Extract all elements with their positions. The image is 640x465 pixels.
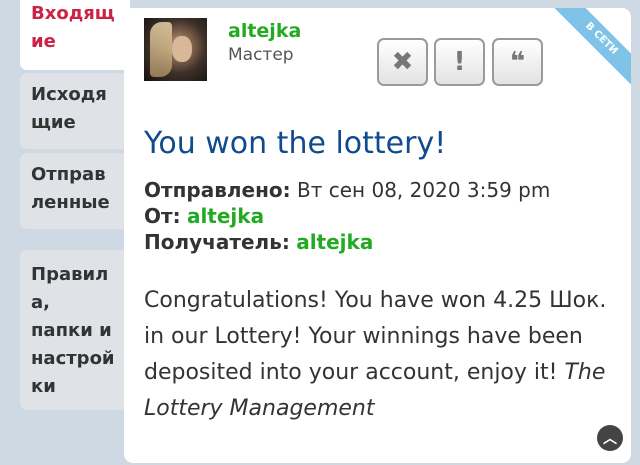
sidebar-item-inbox[interactable]: Входящ ие — [20, 0, 130, 70]
meta-sent: Отправлено: Вт сен 08, 2020 3:59 pm — [144, 178, 550, 202]
sidebar-item-outbox[interactable]: Исходя щие — [20, 73, 130, 149]
meta-sent-value: Вт сен 08, 2020 3:59 pm — [297, 178, 551, 202]
sidebar-item-label: Исходя щие — [31, 84, 107, 133]
sidebar-item-label: Отправ ленные — [31, 164, 110, 213]
message-text: Congratulations! You have won 4.25 Шок. … — [144, 288, 607, 385]
author-rank: Мастер — [228, 45, 294, 65]
report-button[interactable]: ! — [434, 38, 485, 86]
meta-sent-label: Отправлено: — [144, 178, 291, 202]
chevron-up-icon: ︿ — [603, 431, 617, 447]
meta-to: Получатель: altejka — [144, 230, 373, 254]
meta-from-user[interactable]: altejka — [187, 204, 264, 228]
meta-from: От: altejka — [144, 204, 264, 228]
delete-button[interactable]: ✖ — [377, 38, 428, 86]
message-card: altejka Мастер ✖ ! ❝ В СЕТИ You won the … — [124, 8, 631, 463]
message-subject: You won the lottery! — [144, 126, 447, 161]
close-icon: ✖ — [391, 47, 414, 77]
avatar[interactable] — [144, 18, 207, 81]
back-to-top-button[interactable]: ︿ — [597, 425, 623, 451]
exclamation-icon: ! — [453, 47, 466, 77]
avatar-hair — [150, 22, 172, 77]
sidebar-item-label: Входящ ие — [31, 3, 115, 52]
author-name[interactable]: altejka — [228, 20, 301, 42]
quote-icon: ❝ — [509, 47, 526, 77]
quote-button[interactable]: ❝ — [492, 38, 543, 86]
online-status-ribbon: В СЕТИ — [550, 8, 631, 90]
sidebar-item-sent[interactable]: Отправ ленные — [20, 153, 130, 229]
sidebar-item-label: Правил а, папки и настрой ки — [31, 264, 115, 397]
message-body: Congratulations! You have won 4.25 Шок. … — [144, 283, 614, 427]
meta-to-user[interactable]: altejka — [296, 230, 373, 254]
meta-from-label: От: — [144, 204, 181, 228]
avatar-face — [172, 36, 192, 62]
meta-to-label: Получатель: — [144, 230, 290, 254]
sidebar-item-rules[interactable]: Правил а, папки и настрой ки — [20, 250, 130, 410]
